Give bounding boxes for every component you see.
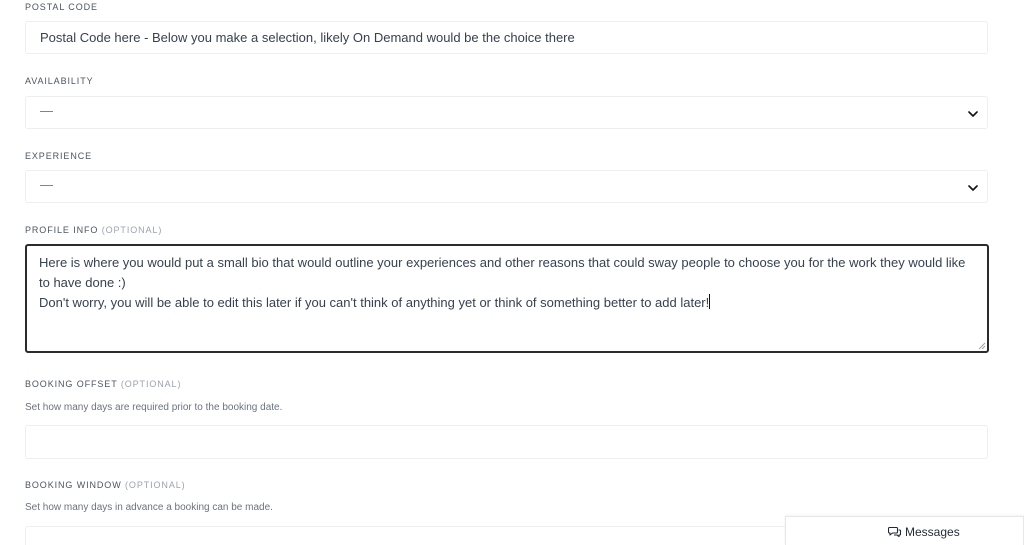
- availability-label-text: AVAILABILITY: [25, 76, 94, 86]
- postal-code-value: Postal Code here - Below you make a sele…: [40, 30, 575, 45]
- chevron-down-icon: [968, 185, 978, 191]
- postal-code-input[interactable]: Postal Code here - Below you make a sele…: [25, 21, 988, 54]
- availability-label: AVAILABILITY: [25, 76, 94, 86]
- booking-offset-label-text: BOOKING OFFSET: [25, 379, 118, 389]
- availability-selected-value: —: [40, 103, 53, 118]
- experience-selected-value: —: [40, 177, 53, 192]
- booking-offset-input[interactable]: [25, 425, 988, 459]
- messages-label: Messages: [905, 525, 960, 539]
- optional-tag: (OPTIONAL): [120, 379, 182, 389]
- profile-form-page: POSTAL CODE Postal Code here - Below you…: [0, 0, 1024, 545]
- profile-info-label: PROFILE INFO (OPTIONAL): [25, 225, 162, 235]
- text-caret: [709, 294, 711, 309]
- optional-tag: (OPTIONAL): [125, 480, 186, 490]
- chat-bubbles-icon: [888, 526, 902, 538]
- profile-info-label-text: PROFILE INFO: [25, 225, 99, 235]
- optional-tag: (OPTIONAL): [101, 225, 163, 235]
- profile-info-line-2: Don't worry, you will be able to edit th…: [39, 293, 975, 313]
- booking-offset-label: BOOKING OFFSET (OPTIONAL): [25, 379, 181, 389]
- profile-info-textarea[interactable]: Here is where you would put a small bio …: [25, 244, 989, 353]
- chevron-down-icon: [968, 111, 978, 117]
- booking-window-label-text: BOOKING WINDOW: [25, 480, 122, 490]
- booking-offset-help: Set how many days are required prior to …: [25, 402, 283, 413]
- experience-label-text: EXPERIENCE: [25, 151, 93, 161]
- profile-info-line-2-text: Don't worry, you will be able to edit th…: [39, 295, 710, 310]
- resize-handle-icon[interactable]: [978, 342, 986, 350]
- postal-code-label-text: POSTAL CODE: [25, 2, 98, 12]
- booking-window-label: BOOKING WINDOW (OPTIONAL): [25, 480, 186, 490]
- experience-select[interactable]: —: [25, 170, 988, 203]
- availability-select[interactable]: —: [25, 96, 988, 129]
- messages-button[interactable]: Messages: [888, 525, 960, 539]
- profile-info-line-1: Here is where you would put a small bio …: [39, 255, 966, 290]
- experience-label: EXPERIENCE: [25, 151, 92, 161]
- messages-bar[interactable]: Messages: [785, 516, 1024, 545]
- postal-code-label: POSTAL CODE: [25, 2, 98, 12]
- booking-window-help: Set how many days in advance a booking c…: [25, 502, 273, 513]
